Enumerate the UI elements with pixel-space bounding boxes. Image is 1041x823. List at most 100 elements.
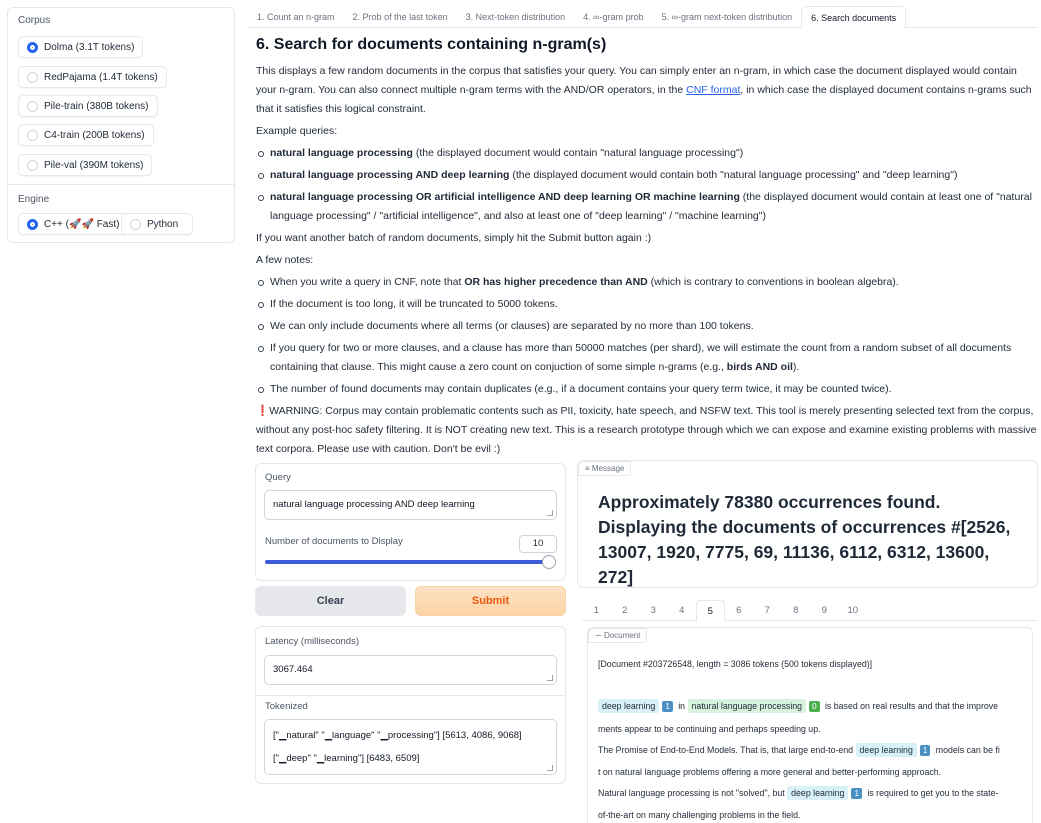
count-badge: 1 — [919, 745, 931, 756]
engine-label: Engine — [18, 194, 50, 205]
latency-label: Latency (milliseconds) — [265, 636, 359, 647]
doc-tab[interactable]: 1 — [582, 600, 611, 621]
notes-label: A few notes: — [256, 254, 314, 266]
document-line: deep learning 1 in natural language proce… — [598, 699, 998, 713]
sidebar: Corpus Dolma (3.1T tokens) RedPajama (1.… — [7, 7, 235, 243]
resize-handle-icon[interactable] — [547, 510, 553, 516]
corpus-option-pile-train[interactable]: Pile-train (380B tokens) — [18, 95, 158, 117]
latency-output[interactable]: 3067.464 — [264, 655, 557, 685]
clear-button[interactable]: Clear — [255, 586, 406, 616]
doc-tab[interactable]: 6 — [725, 600, 754, 621]
corpus-option-label: Pile-val (390M tokens) — [44, 159, 144, 171]
corpus-option-label: Dolma (3.1T tokens) — [44, 41, 135, 53]
main-content: 6. Search for documents containing n-gra… — [256, 36, 1038, 459]
resize-handle-icon[interactable] — [547, 765, 553, 771]
warning-icon: ❗ — [256, 405, 270, 417]
query-label: Query — [265, 472, 291, 483]
count-badge: 1 — [851, 788, 862, 799]
engine-option-cpp[interactable]: C++ (🚀🚀 Fast) — [18, 213, 129, 235]
example-item: natural language processing OR artificia… — [256, 188, 1038, 226]
tokenized-line: ["▁deep" "▁learning"] [6483, 6509] — [273, 753, 420, 764]
tab-next-token-dist[interactable]: 3. Next-token distribution — [457, 6, 575, 28]
corpus-option-redpajama[interactable]: RedPajama (1.4T tokens) — [18, 66, 167, 88]
document-panel: ∽ Document [Document #203726548, length … — [587, 627, 1033, 823]
radio-empty-icon — [27, 129, 38, 141]
radio-selected-icon — [27, 41, 38, 53]
tab-prob-last-token[interactable]: 2. Prob of the last token — [344, 6, 457, 28]
doc-tab[interactable]: 2 — [611, 600, 640, 621]
highlight-term: natural language processing — [687, 699, 807, 713]
highlight-term: deep learning — [598, 699, 660, 713]
engine-option-label: Python — [147, 218, 179, 230]
tokenized-line: ["▁natural" "▁language" "▁processing"] [… — [273, 730, 522, 741]
note-item: If you query for two or more clauses, an… — [256, 339, 1038, 377]
tokenized-output[interactable]: ["▁natural" "▁language" "▁processing"] [… — [264, 719, 557, 775]
radio-empty-icon — [27, 71, 38, 83]
query-input[interactable]: natural language processing AND deep lea… — [264, 490, 557, 520]
document-line: of-the-art on many challenging problems … — [598, 810, 801, 820]
tab-bar: 1. Count an n-gram 2. Prob of the last t… — [248, 6, 1038, 29]
num-docs-slider[interactable] — [265, 555, 556, 569]
corpus-option-label: RedPajama (1.4T tokens) — [44, 71, 158, 83]
document-badge: ∽ Document — [588, 628, 648, 643]
document-header: [Document #203726548, length = 3086 toke… — [598, 659, 873, 669]
message-text: Approximately 78380 occurrences found. D… — [598, 492, 1011, 587]
tab-search-documents[interactable]: 6. Search documents — [801, 6, 907, 29]
radio-empty-icon — [27, 159, 38, 171]
corpus-label: Corpus — [18, 15, 51, 26]
message-panel: ≡ Message Approximately 78380 occurrence… — [577, 460, 1038, 588]
highlight-term: deep learning — [855, 743, 917, 757]
corpus-option-label: C4-train (200B tokens) — [44, 129, 145, 141]
num-docs-label: Number of documents to Display — [265, 536, 403, 547]
doc-tab[interactable]: 8 — [782, 600, 811, 621]
resize-handle-icon[interactable] — [547, 675, 553, 681]
num-docs-input[interactable]: 10 — [519, 535, 557, 553]
divider — [256, 695, 565, 696]
message-badge: ≡ Message — [578, 461, 632, 476]
examples-label: Example queries: — [256, 125, 338, 137]
bar-chart-icon: ≡ — [585, 464, 590, 473]
doc-tab[interactable]: 4 — [668, 600, 697, 621]
corpus-option-c4-train[interactable]: C4-train (200B tokens) — [18, 124, 154, 146]
engine-option-python[interactable]: Python — [121, 213, 194, 235]
intro-paragraph: This displays a few random documents in … — [256, 65, 1032, 115]
tab-infgram-next-token[interactable]: 5. ∞-gram next-token distribution — [653, 6, 801, 28]
resubmit-note: If you want another batch of random docu… — [256, 232, 652, 244]
chart-icon: ∽ — [595, 631, 602, 640]
count-badge: 0 — [809, 701, 820, 712]
corpus-option-pile-val[interactable]: Pile-val (390M tokens) — [18, 154, 153, 176]
highlight-term: deep learning — [787, 786, 849, 800]
document-tab-bar: 1 2 3 4 5 6 7 8 9 10 — [582, 600, 1038, 622]
note-item: We can only include documents where all … — [256, 317, 1038, 336]
tab-count-ngram[interactable]: 1. Count an n-gram — [248, 6, 344, 28]
document-line: The Promise of End-to-End Models. That i… — [598, 743, 1000, 757]
note-item: The number of found documents may contai… — [256, 380, 1038, 399]
document-line: t on natural language problems offering … — [598, 767, 942, 777]
radio-empty-icon — [130, 218, 141, 230]
example-item: natural language processing AND deep lea… — [256, 166, 1038, 185]
divider — [8, 184, 234, 185]
doc-tab[interactable]: 9 — [810, 600, 839, 621]
corpus-option-label: Pile-train (380B tokens) — [44, 100, 149, 112]
count-badge: 1 — [662, 701, 673, 712]
tab-infgram-prob[interactable]: 4. ∞-gram prob — [574, 6, 652, 28]
document-line: Natural language processing is not "solv… — [598, 786, 999, 800]
slider-fill — [265, 560, 549, 564]
note-item: When you write a query in CNF, note that… — [256, 273, 1038, 292]
doc-tab[interactable]: 3 — [639, 600, 668, 621]
doc-tab[interactable]: 10 — [839, 600, 868, 621]
page-title: 6. Search for documents containing n-gra… — [256, 36, 607, 53]
submit-button[interactable]: Submit — [415, 586, 566, 616]
doc-tab[interactable]: 7 — [753, 600, 782, 621]
cnf-format-link[interactable]: CNF format — [686, 84, 740, 96]
slider-handle[interactable] — [542, 555, 556, 569]
query-panel: Query natural language processing AND de… — [255, 463, 566, 581]
corpus-option-dolma[interactable]: Dolma (3.1T tokens) — [18, 36, 144, 58]
document-line: ments appear to be continuing and perhap… — [598, 724, 821, 734]
engine-option-label: C++ (🚀🚀 Fast) — [44, 218, 120, 230]
example-item: natural language processing (the display… — [256, 144, 1038, 163]
warning-text: ❗WARNING: Corpus may contain problematic… — [256, 405, 1037, 455]
tokenized-label: Tokenized — [265, 701, 308, 712]
note-item: If the document is too long, it will be … — [256, 295, 1038, 314]
doc-tab-active[interactable]: 5 — [696, 600, 725, 622]
